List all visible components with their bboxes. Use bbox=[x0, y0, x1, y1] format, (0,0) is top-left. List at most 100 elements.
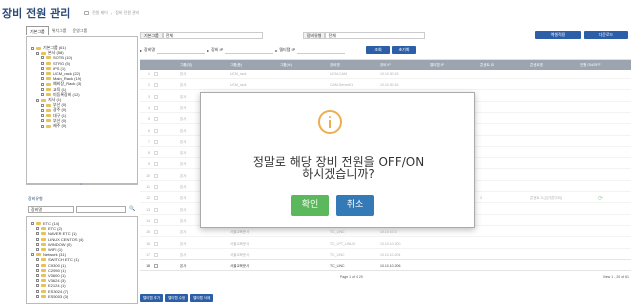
confirm-button[interactable]: 확인 bbox=[291, 195, 329, 216]
folder-icon bbox=[36, 222, 41, 225]
expand-icon[interactable] bbox=[36, 242, 39, 246]
folder-icon bbox=[41, 289, 46, 293]
expand-icon[interactable] bbox=[41, 77, 44, 81]
row-checkbox[interactable] bbox=[154, 264, 158, 269]
folder-icon bbox=[41, 51, 46, 55]
tab-operation-group[interactable]: 운영그룹 bbox=[69, 26, 90, 35]
expand-icon[interactable] bbox=[36, 279, 39, 283]
folder-icon bbox=[46, 88, 51, 92]
folder-icon bbox=[46, 124, 51, 128]
expand-icon[interactable] bbox=[41, 124, 44, 128]
search-icon[interactable]: 🔍 bbox=[128, 206, 137, 213]
search-input-tap-ip[interactable] bbox=[297, 47, 346, 54]
folder-icon bbox=[46, 72, 51, 75]
folder-icon bbox=[46, 66, 51, 70]
page: 장비 전원 관리 전원 제어 › 장비 전원 관리 기본그룹 위치그룹 운영그룹… bbox=[0, 0, 631, 307]
expand-icon[interactable] bbox=[36, 268, 39, 272]
search-field-label: 장비 IP bbox=[211, 47, 224, 52]
search-input-ip[interactable] bbox=[225, 47, 274, 54]
expand-icon[interactable] bbox=[36, 294, 39, 298]
expand-icon[interactable] bbox=[41, 82, 44, 86]
expand-icon[interactable] bbox=[31, 222, 34, 225]
group-tabs: 기본그룹 위치그룹 운영그룹 bbox=[26, 26, 138, 35]
tree-node-label: 제주 (0) bbox=[53, 123, 67, 128]
type-filter-label: 장비유형 bbox=[302, 31, 326, 39]
type-filter-select[interactable]: 전체 bbox=[325, 31, 426, 39]
expand-icon[interactable] bbox=[36, 258, 39, 262]
expand-icon[interactable] bbox=[41, 114, 44, 118]
expand-icon[interactable] bbox=[36, 227, 39, 231]
home-icon[interactable] bbox=[84, 11, 89, 15]
expand-icon[interactable] bbox=[36, 289, 39, 293]
device-type-search-input[interactable] bbox=[76, 206, 126, 213]
reset-button[interactable]: 초기화 bbox=[392, 46, 416, 54]
folder-icon bbox=[41, 237, 46, 241]
group-tree: 기본그룹 (61) 본사 (58) SOTB (10) STRG (5) IPS (1)… bbox=[26, 36, 138, 184]
expand-icon[interactable] bbox=[41, 72, 44, 75]
folder-icon bbox=[41, 232, 46, 236]
group-filter-select[interactable]: 전체 bbox=[162, 31, 263, 39]
delete-tap-button[interactable]: 텔티탭 삭제 bbox=[190, 294, 214, 302]
folder-icon bbox=[41, 284, 46, 288]
expand-icon[interactable] bbox=[31, 46, 34, 50]
folder-icon bbox=[41, 227, 46, 231]
expand-icon[interactable] bbox=[41, 108, 44, 112]
row-number: 18 bbox=[146, 264, 150, 269]
pager-controls[interactable]: Page 1 of 4 20 bbox=[340, 275, 363, 279]
page-title: 장비 전원 관리 bbox=[2, 7, 71, 20]
tree-node[interactable]: ES5003 (3) bbox=[36, 294, 68, 299]
expand-icon[interactable] bbox=[41, 93, 44, 97]
search-button[interactable]: 조회 bbox=[366, 46, 390, 54]
device-type-select[interactable]: 장비명 bbox=[28, 206, 74, 213]
folder-icon bbox=[46, 108, 51, 112]
expand-icon[interactable] bbox=[36, 263, 39, 267]
folder-icon bbox=[46, 93, 51, 97]
folder-icon bbox=[41, 248, 46, 251]
breadcrumb-item[interactable]: 전원 제어 bbox=[92, 10, 108, 16]
expand-icon[interactable] bbox=[36, 232, 39, 236]
device-type-tree: ETC (14) ETC (2) NAVER ETC (1) LINUX CENTOS… bbox=[26, 216, 138, 304]
folder-icon bbox=[46, 77, 51, 81]
table-row[interactable]: 18 본사 서울교육문사 TC_LINC 10.10.10.206 bbox=[140, 262, 631, 272]
tab-basic-group[interactable]: 기본그룹 bbox=[26, 26, 49, 35]
info-icon bbox=[318, 110, 342, 134]
expand-icon[interactable] bbox=[41, 66, 44, 70]
confirm-dialog: 정말로 해당 장비 전원을 OFF/ON 하시겠습니까? 확인 취소 bbox=[200, 92, 475, 228]
expand-icon[interactable] bbox=[41, 119, 44, 123]
folder-icon bbox=[41, 274, 46, 277]
folder-icon bbox=[41, 242, 46, 246]
panel-splitter[interactable]: ⌃ bbox=[26, 183, 138, 189]
folder-icon bbox=[46, 103, 51, 107]
cancel-button[interactable]: 취소 bbox=[336, 195, 374, 216]
expand-icon[interactable] bbox=[36, 98, 39, 102]
expand-icon[interactable] bbox=[31, 253, 34, 257]
expand-icon[interactable] bbox=[41, 61, 44, 65]
tree-node-label: ES5003 (3) bbox=[48, 293, 69, 299]
folder-icon bbox=[41, 294, 46, 298]
download-button[interactable]: 다운로드 bbox=[584, 31, 628, 39]
folder-icon bbox=[41, 98, 46, 102]
excel-apply-button[interactable]: 엑셀적용 bbox=[535, 31, 581, 39]
expand-icon[interactable] bbox=[36, 237, 39, 241]
expand-icon[interactable] bbox=[36, 274, 39, 277]
folder-icon bbox=[46, 82, 51, 86]
expand-icon[interactable] bbox=[36, 51, 39, 55]
expand-icon[interactable] bbox=[36, 284, 39, 288]
search-input-name[interactable] bbox=[157, 47, 206, 54]
edit-tap-button[interactable]: 텔티탭 수정 bbox=[165, 294, 189, 302]
folder-icon bbox=[41, 263, 46, 267]
folder-icon bbox=[41, 268, 46, 272]
add-tap-button[interactable]: 텔티탭 추가 bbox=[140, 294, 164, 302]
view-info: View 1 - 20 of 61 bbox=[602, 275, 629, 279]
expand-icon[interactable] bbox=[41, 103, 44, 107]
filter-row: 기본그룹 전체 장비유형 전체 bbox=[140, 31, 426, 39]
chevron-up-icon[interactable]: ⌃ bbox=[79, 183, 85, 189]
tree-node[interactable]: 제주 (0) bbox=[41, 123, 66, 129]
expand-icon[interactable] bbox=[41, 88, 44, 92]
expand-icon[interactable] bbox=[41, 56, 44, 60]
breadcrumb-item[interactable]: 장비 전원 관리 bbox=[115, 10, 139, 16]
expand-icon[interactable] bbox=[36, 248, 39, 251]
cell-g2: 서울교육문사 bbox=[230, 264, 250, 269]
tab-location-group[interactable]: 위치그룹 bbox=[49, 26, 70, 35]
folder-icon bbox=[36, 46, 41, 50]
